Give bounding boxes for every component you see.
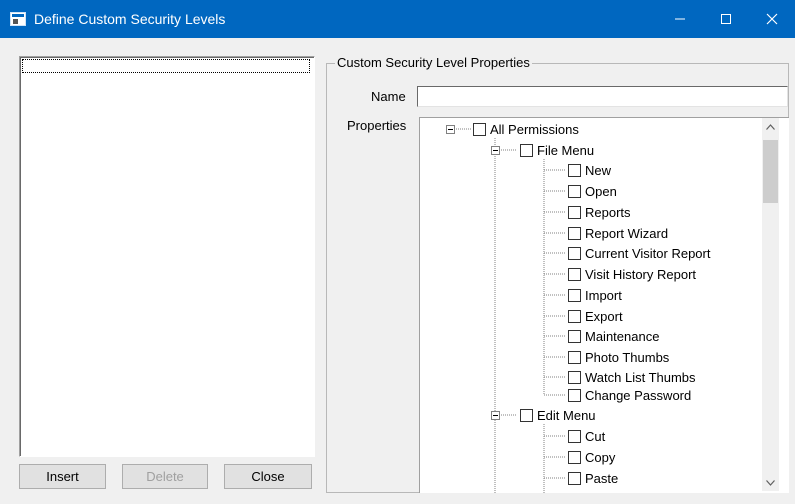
close-button[interactable]: Close	[224, 464, 312, 489]
close-window-button[interactable]	[749, 0, 795, 38]
checkbox[interactable]	[568, 288, 581, 302]
checkbox[interactable]	[568, 370, 581, 384]
checkbox[interactable]	[520, 408, 533, 422]
tree-node-paste[interactable]: Paste	[568, 469, 618, 487]
tree-node-label: Current Visitor Report	[585, 245, 711, 261]
tree-node-label: Open	[585, 183, 617, 199]
checkbox[interactable]	[473, 122, 486, 136]
checkbox[interactable]	[568, 388, 581, 402]
tree-node-label: Export	[585, 308, 623, 324]
tree-node-label: Photo Thumbs	[585, 349, 670, 365]
scroll-up-button[interactable]	[762, 118, 779, 135]
chevron-up-icon	[766, 123, 775, 130]
maximize-icon	[721, 14, 731, 24]
tree-node-label: Edit Menu	[537, 407, 596, 423]
tree-node-copy[interactable]: Copy	[568, 448, 615, 466]
collapse-all-permissions-icon[interactable]	[446, 125, 455, 134]
insert-button[interactable]: Insert	[19, 464, 106, 489]
app-icon	[10, 12, 26, 26]
delete-button[interactable]: Delete	[122, 464, 208, 489]
checkbox[interactable]	[568, 350, 581, 364]
minimize-icon	[675, 18, 685, 20]
checkbox[interactable]	[568, 329, 581, 343]
tree-node-label: Change Password	[585, 387, 692, 403]
focus-rectangle	[22, 59, 310, 73]
tree-node-label: Watch List Thumbs	[585, 369, 696, 385]
checkbox[interactable]	[568, 429, 581, 443]
tree-node-cut[interactable]: Cut	[568, 427, 605, 445]
tree-node-change-password[interactable]: Change Password	[568, 386, 691, 404]
tree-node-report-wizard[interactable]: Report Wizard	[568, 224, 668, 242]
maximize-button[interactable]	[703, 0, 749, 38]
properties-group-title: Custom Security Level Properties	[335, 55, 532, 70]
tree-node-label: All Permissions	[490, 121, 579, 137]
tree-node-import[interactable]: Import	[568, 286, 622, 304]
tree-node-label: Reports	[585, 204, 631, 220]
window-title: Define Custom Security Levels	[34, 11, 226, 27]
tree-node-label: Copy	[585, 449, 616, 465]
checkbox[interactable]	[568, 184, 581, 198]
tree-node-photo-thumbs[interactable]: Photo Thumbs	[568, 348, 669, 366]
scroll-down-button[interactable]	[762, 474, 779, 491]
name-label: Name	[371, 89, 406, 104]
tree-node-label: New	[585, 162, 612, 178]
tree-node-reports[interactable]: Reports	[568, 203, 631, 221]
close-icon	[766, 13, 778, 25]
tree-node-label: Report Wizard	[585, 225, 669, 241]
collapse-file-menu-icon[interactable]	[491, 146, 500, 155]
properties-label: Properties	[347, 118, 407, 133]
tree-node-edit-menu[interactable]: Edit Menu	[520, 406, 596, 424]
collapse-edit-menu-icon[interactable]	[491, 411, 500, 420]
scroll-thumb[interactable]	[763, 140, 778, 203]
checkbox[interactable]	[568, 246, 581, 260]
tree-node-maintenance[interactable]: Maintenance	[568, 327, 659, 345]
tree-node-export[interactable]: Export	[568, 307, 623, 325]
insert-button-label: Insert	[46, 469, 79, 484]
name-input[interactable]	[417, 86, 788, 107]
tree-node-visit-history-report[interactable]: Visit History Report	[568, 265, 696, 283]
security-levels-list[interactable]	[19, 56, 315, 457]
tree-node-current-visitor-report[interactable]: Current Visitor Report	[568, 244, 710, 262]
close-button-label: Close	[251, 469, 285, 484]
tree-node-label: Maintenance	[585, 328, 660, 344]
checkbox[interactable]	[568, 309, 581, 323]
tree-node-label: Cut	[585, 428, 606, 444]
tree-node-watch-list-thumbs[interactable]: Watch List Thumbs	[568, 368, 696, 386]
checkbox[interactable]	[568, 267, 581, 281]
chevron-down-icon	[766, 479, 775, 486]
minimize-button[interactable]	[657, 0, 703, 38]
tree-scrollbar[interactable]	[762, 118, 779, 491]
tree-node-all-permissions[interactable]: All Permissions	[473, 120, 579, 138]
checkbox[interactable]	[568, 471, 581, 485]
delete-button-label: Delete	[146, 469, 184, 484]
tree-node-open[interactable]: Open	[568, 182, 617, 200]
tree-node-label: File Menu	[537, 142, 595, 158]
checkbox[interactable]	[568, 205, 581, 219]
checkbox[interactable]	[568, 450, 581, 464]
title-bar: Define Custom Security Levels	[0, 0, 795, 38]
checkbox[interactable]	[568, 163, 581, 177]
tree-node-label: Visit History Report	[585, 266, 697, 282]
checkbox[interactable]	[568, 226, 581, 240]
tree-node-file-menu[interactable]: File Menu	[520, 141, 594, 159]
checkbox[interactable]	[520, 143, 533, 157]
tree-node-label: Paste	[585, 470, 619, 486]
permissions-tree[interactable]: All Permissions File Menu New Open Repor…	[419, 117, 789, 493]
tree-node-label: Import	[585, 287, 622, 303]
tree-node-new[interactable]: New	[568, 161, 611, 179]
